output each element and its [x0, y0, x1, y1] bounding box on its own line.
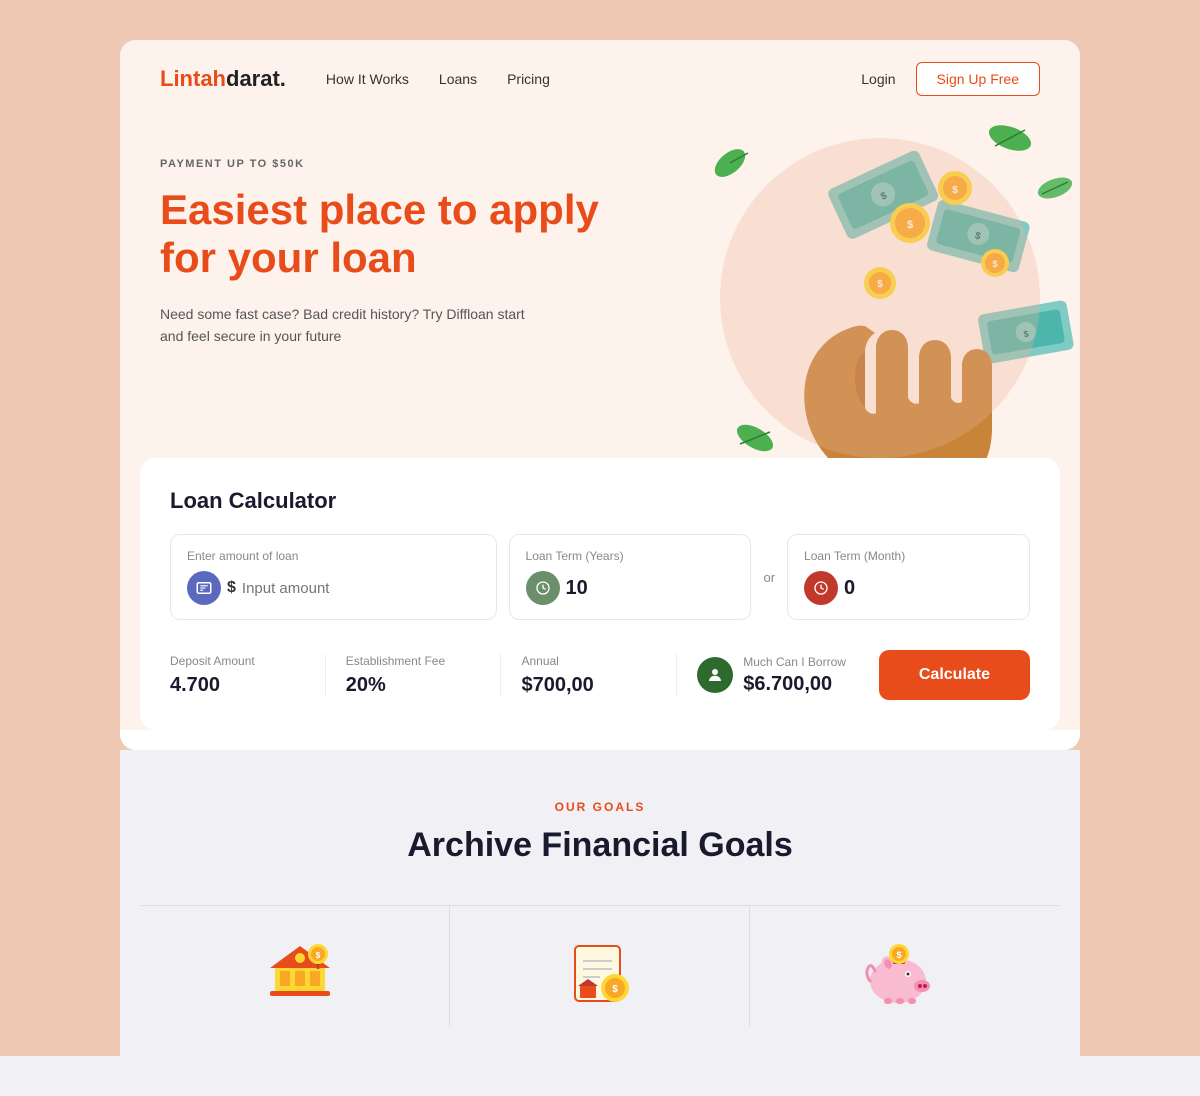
- borrow-label: Much Can I Borrow: [743, 655, 846, 669]
- calculator-results: Deposit Amount 4.700 Establishment Fee 2…: [170, 650, 1030, 700]
- loan-input-row: $: [187, 571, 480, 605]
- annual-result: Annual $700,00: [521, 654, 677, 697]
- hero-title: Easiest place to apply for your loan: [160, 186, 1040, 283]
- or-separator: or: [763, 570, 775, 585]
- card-footer-gap: [120, 730, 1080, 750]
- nav-loans[interactable]: Loans: [439, 71, 477, 87]
- calculator-title: Loan Calculator: [170, 488, 1030, 514]
- calculator-section: Loan Calculator Enter amount of loan $: [140, 458, 1060, 730]
- goal-icon-3: $: [860, 926, 940, 1006]
- month-value: 0: [844, 577, 855, 600]
- hero-text: PAYMENT UP TO $50K Easiest place to appl…: [160, 138, 1040, 438]
- logo: Lintahdarat.: [160, 66, 286, 92]
- svg-text:1: 1: [316, 964, 320, 971]
- navbar: Lintahdarat. How It Works Loans Pricing …: [120, 40, 1080, 118]
- signup-button[interactable]: Sign Up Free: [916, 62, 1040, 96]
- deposit-label: Deposit Amount: [170, 654, 305, 668]
- hero-section: PAYMENT UP TO $50K Easiest place to appl…: [120, 118, 1080, 438]
- month-label: Loan Term (Month): [804, 549, 905, 563]
- loan-icon: [187, 571, 221, 605]
- logo-lintah: Lintah: [160, 66, 226, 91]
- login-button[interactable]: Login: [861, 71, 895, 87]
- fee-result: Establishment Fee 20%: [346, 654, 502, 697]
- month-icon: [804, 571, 838, 605]
- svg-text:$: $: [612, 984, 618, 995]
- year-label: Loan Term (Years): [526, 549, 624, 563]
- fee-label: Establishment Fee: [346, 654, 481, 668]
- svg-text:$: $: [896, 950, 901, 960]
- nav-links: How It Works Loans Pricing: [326, 71, 861, 87]
- hero-badge: PAYMENT UP TO $50K: [160, 158, 1040, 170]
- loan-amount-field: Enter amount of loan $: [170, 534, 497, 620]
- borrow-result: Much Can I Borrow $6.700,00: [697, 655, 859, 696]
- borrow-info: Much Can I Borrow $6.700,00: [743, 655, 846, 696]
- hero-description: Need some fast case? Bad credit history?…: [160, 303, 540, 348]
- calculate-button[interactable]: Calculate: [879, 650, 1030, 700]
- goal-card-3: $: [750, 906, 1050, 1026]
- borrow-icon: [697, 657, 733, 693]
- loan-label: Enter amount of loan: [187, 549, 298, 563]
- nav-actions: Login Sign Up Free: [861, 62, 1040, 96]
- logo-darat: darat: [226, 66, 280, 91]
- goals-section: OUR GOALS Archive Financial Goals: [120, 750, 1080, 1056]
- year-input-row: 10: [526, 571, 735, 605]
- nav-pricing[interactable]: Pricing: [507, 71, 550, 87]
- nav-how-it-works[interactable]: How It Works: [326, 71, 409, 87]
- page-outer: Lintahdarat. How It Works Loans Pricing …: [0, 0, 1200, 1096]
- svg-text:$: $: [315, 951, 320, 960]
- loan-dollar: $: [227, 579, 236, 597]
- deposit-result: Deposit Amount 4.700: [170, 654, 326, 697]
- annual-label: Annual: [521, 654, 656, 668]
- goal-icon-1: $ 1: [260, 926, 340, 1006]
- loan-month-field: Loan Term (Month) 0: [787, 534, 1030, 620]
- goals-section-label: OUR GOALS: [140, 800, 1060, 814]
- calculator-inputs: Enter amount of loan $ Loan Term (Years): [170, 534, 1030, 620]
- goal-card-2: $: [450, 906, 750, 1026]
- goal-icon-2: $: [560, 926, 640, 1006]
- month-input-row: 0: [804, 571, 1013, 605]
- hero-title-line1: Easiest place to apply: [160, 186, 599, 233]
- hero-title-line2: for your loan: [160, 234, 417, 281]
- fee-value: 20%: [346, 674, 481, 697]
- loan-input[interactable]: [242, 580, 480, 597]
- loan-year-field: Loan Term (Years) 10: [509, 534, 752, 620]
- year-icon: [526, 571, 560, 605]
- borrow-value: $6.700,00: [743, 673, 846, 696]
- goals-title: Archive Financial Goals: [140, 826, 1060, 865]
- leaf-top-right2: [1035, 173, 1075, 202]
- logo-dot: .: [280, 66, 286, 91]
- annual-value: $700,00: [521, 674, 656, 697]
- goals-cards: $ 1: [140, 905, 1060, 1026]
- main-card: Lintahdarat. How It Works Loans Pricing …: [120, 40, 1080, 750]
- deposit-value: 4.700: [170, 674, 305, 697]
- year-value: 10: [566, 577, 588, 600]
- page-bottom: [0, 1056, 1200, 1096]
- goal-card-1: $ 1: [150, 906, 450, 1026]
